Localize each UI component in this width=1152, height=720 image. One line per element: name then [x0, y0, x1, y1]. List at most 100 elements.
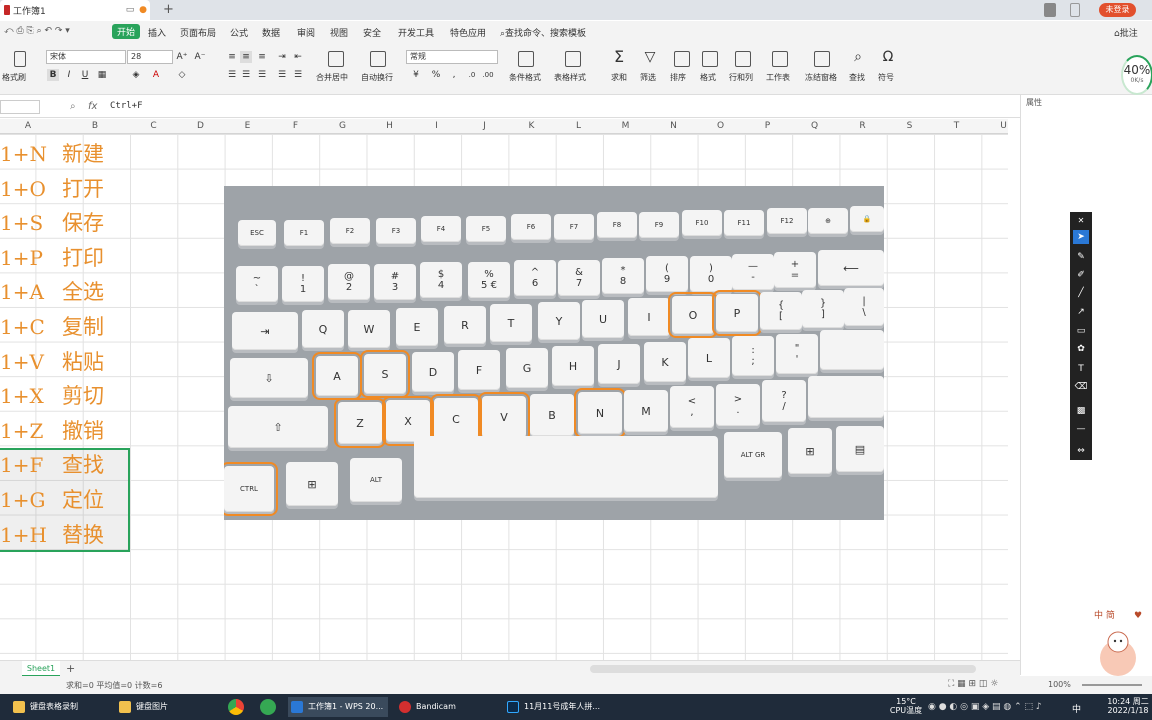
- column-header-o[interactable]: O: [697, 121, 744, 131]
- zoom-slider[interactable]: [1082, 684, 1142, 686]
- align-top-icon[interactable]: ≡: [226, 51, 238, 63]
- column-header-j[interactable]: J: [461, 121, 508, 131]
- cell-shortcut[interactable]: 1+P: [0, 241, 56, 275]
- properties-label[interactable]: 属性: [1026, 97, 1042, 108]
- comment-button[interactable]: ⌂批注: [1114, 26, 1138, 39]
- sort-icon[interactable]: [674, 51, 690, 67]
- cell-shortcut[interactable]: 1+H: [0, 518, 56, 552]
- column-header-b[interactable]: B: [60, 121, 130, 131]
- symbol-label[interactable]: 符号: [878, 72, 894, 83]
- thousands-icon[interactable]: ,: [448, 69, 460, 81]
- align-bottom-icon[interactable]: ≡: [256, 51, 268, 63]
- border-icon[interactable]: ▦: [96, 69, 108, 81]
- column-header-t[interactable]: T: [933, 121, 980, 131]
- filter-icon[interactable]: ▽: [644, 50, 656, 64]
- ime-indicator[interactable]: 中: [1072, 702, 1081, 715]
- column-header-s[interactable]: S: [886, 121, 933, 131]
- column-header-i[interactable]: I: [413, 121, 460, 131]
- mosaic-icon[interactable]: ▩: [1073, 404, 1089, 418]
- cell-shortcut[interactable]: 1+Z: [0, 414, 56, 448]
- increase-decimal-icon[interactable]: .0: [466, 69, 478, 81]
- cell-shortcut[interactable]: 1+C: [0, 310, 56, 344]
- merge-center-label[interactable]: 合并居中: [316, 72, 348, 83]
- format-painter-label[interactable]: 格式刷: [2, 72, 26, 83]
- column-header-g[interactable]: G: [319, 121, 366, 131]
- search-command[interactable]: ⌕查找命令、搜索模板: [500, 26, 586, 39]
- find-icon[interactable]: ⌕: [852, 50, 864, 64]
- cell-action[interactable]: 新建: [60, 137, 130, 171]
- cell-action[interactable]: 打印: [60, 241, 130, 275]
- taskbar-item-photoshop[interactable]: 11月11号成年人拼...: [504, 697, 604, 717]
- fx-icon[interactable]: fx: [88, 101, 97, 112]
- text-icon[interactable]: T: [1073, 362, 1089, 376]
- browser-icon[interactable]: [260, 699, 276, 715]
- sum-icon[interactable]: Σ: [613, 49, 625, 65]
- line-icon[interactable]: ╱: [1073, 286, 1089, 300]
- worksheet-icon[interactable]: [772, 51, 788, 67]
- align-center-icon[interactable]: ☰: [240, 69, 252, 81]
- pencil-icon[interactable]: ✎: [1073, 250, 1089, 264]
- tab-insert[interactable]: 插入: [148, 26, 166, 39]
- column-header-q[interactable]: Q: [791, 121, 838, 131]
- bold-icon[interactable]: B: [47, 69, 59, 81]
- conditional-format-label[interactable]: 条件格式: [509, 72, 541, 83]
- pointer-icon[interactable]: ➤: [1073, 230, 1089, 244]
- outdent-icon[interactable]: ⇤: [292, 51, 304, 63]
- clear-icon[interactable]: ◇: [176, 69, 188, 81]
- cell-shortcut[interactable]: 1+F: [0, 448, 56, 482]
- fill-color-icon[interactable]: ◈: [130, 69, 142, 81]
- wrap-text-icon[interactable]: [370, 51, 386, 67]
- freeze-panes-label[interactable]: 冻结窗格: [805, 72, 837, 83]
- taskbar-item-bandicam[interactable]: Bandicam: [396, 697, 496, 717]
- font-select[interactable]: 宋体: [46, 50, 126, 64]
- tab-developer[interactable]: 开发工具: [398, 26, 434, 39]
- cell-action[interactable]: 粘贴: [60, 345, 130, 379]
- close-icon[interactable]: ✕: [1073, 214, 1089, 228]
- column-header-d[interactable]: D: [177, 121, 224, 131]
- font-color-icon[interactable]: A: [150, 69, 162, 81]
- tab-view[interactable]: 视图: [330, 26, 348, 39]
- stroke-width-icon[interactable]: —: [1073, 422, 1089, 436]
- paint-brush-icon[interactable]: [14, 51, 26, 67]
- view-mode-icons[interactable]: ⛶ ▦ ⊞ ◫ ☼: [948, 679, 998, 689]
- cell-shortcut[interactable]: 1+X: [0, 379, 56, 413]
- column-header-p[interactable]: P: [744, 121, 791, 131]
- cell-action[interactable]: 保存: [60, 206, 130, 240]
- column-header-f[interactable]: F: [272, 121, 319, 131]
- zoom-level[interactable]: 100%: [1048, 680, 1071, 689]
- column-header-c[interactable]: C: [130, 121, 177, 131]
- find-label[interactable]: 查找: [849, 72, 865, 83]
- cell-shortcut[interactable]: 1+N: [0, 137, 56, 171]
- cell-shortcut[interactable]: 1+A: [0, 275, 56, 309]
- italic-icon[interactable]: I: [63, 69, 75, 81]
- align-middle-icon[interactable]: ≡: [240, 51, 252, 63]
- cell-action[interactable]: 替换: [60, 518, 130, 552]
- column-header-m[interactable]: M: [602, 121, 649, 131]
- tray-icons[interactable]: ◉ ● ◐ ◎ ▣ ◈ ▤ ◍ ⌃ ⬚ ♪: [928, 702, 1042, 712]
- cell-action[interactable]: 全选: [60, 275, 130, 309]
- tab-formula[interactable]: 公式: [230, 26, 248, 39]
- unsaved-dot-icon[interactable]: ●: [138, 5, 148, 15]
- number-format-select[interactable]: 常规: [406, 50, 498, 64]
- marker-icon[interactable]: ✐: [1073, 268, 1089, 282]
- cell-action[interactable]: 定位: [60, 483, 130, 517]
- filter-label[interactable]: 筛选: [640, 72, 656, 83]
- add-sheet-button[interactable]: +: [66, 662, 75, 675]
- table-style-label[interactable]: 表格样式: [554, 72, 586, 83]
- column-header-u[interactable]: U: [980, 121, 1027, 131]
- format-icon[interactable]: [702, 51, 718, 67]
- merge-center-icon[interactable]: [328, 51, 344, 67]
- symbol-icon[interactable]: Ω: [882, 50, 894, 64]
- tab-data[interactable]: 数据: [262, 26, 280, 39]
- justify-icon[interactable]: ☰: [276, 69, 288, 81]
- tab-start[interactable]: 开始: [112, 24, 141, 39]
- column-header-l[interactable]: L: [555, 121, 602, 131]
- sum-label[interactable]: 求和: [611, 72, 627, 83]
- font-grow-icon[interactable]: A⁺: [176, 51, 188, 63]
- font-shrink-icon[interactable]: A⁻: [194, 51, 206, 63]
- chrome-icon[interactable]: [228, 699, 244, 715]
- worksheet-label[interactable]: 工作表: [766, 72, 790, 83]
- format-label[interactable]: 格式: [700, 72, 716, 83]
- cell-action[interactable]: 查找: [60, 448, 130, 482]
- column-header-a[interactable]: A: [0, 121, 56, 131]
